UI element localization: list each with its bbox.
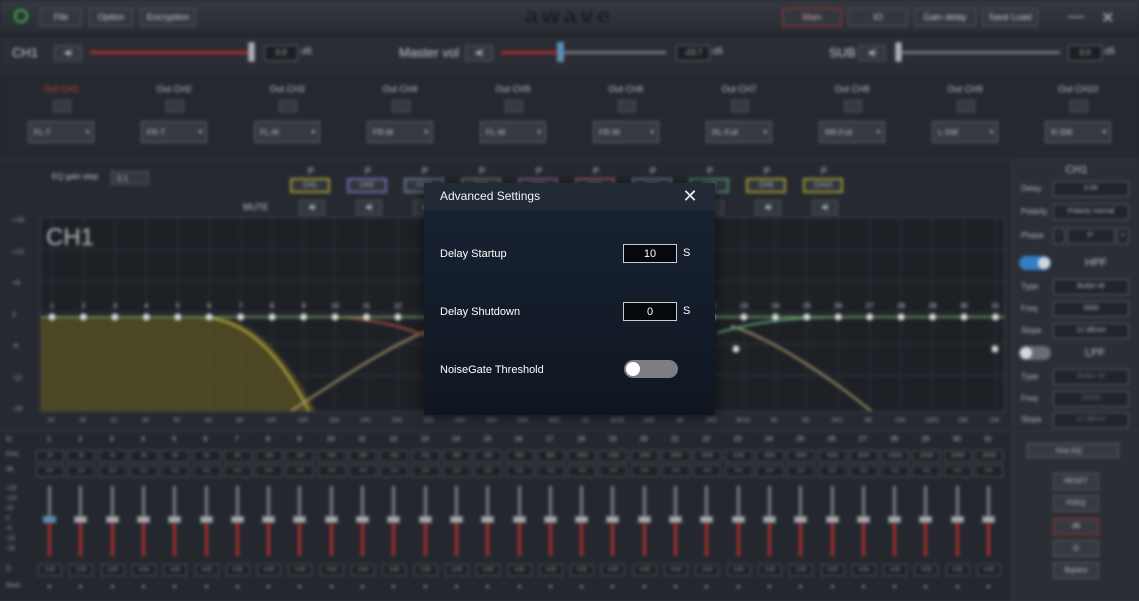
- delay-shutdown-unit: S: [683, 305, 691, 317]
- delay-startup-label: Delay Startup: [440, 248, 507, 260]
- noisegate-threshold-toggle[interactable]: [624, 360, 678, 378]
- dialog-header: Advanced Settings ✕: [424, 183, 715, 210]
- noisegate-threshold-label: NoiseGate Threshold: [440, 364, 544, 376]
- dialog-title: Advanced Settings: [440, 189, 541, 203]
- delay-startup-input[interactable]: [623, 244, 677, 263]
- delay-shutdown-label: Delay Shutdown: [440, 306, 521, 318]
- delay-shutdown-input[interactable]: [623, 302, 677, 321]
- advanced-settings-dialog: Advanced Settings ✕ Delay Startup S Dela…: [424, 183, 715, 415]
- toggle-thumb: [626, 362, 640, 376]
- dialog-close-icon[interactable]: ✕: [678, 185, 702, 207]
- delay-startup-unit: S: [683, 247, 691, 259]
